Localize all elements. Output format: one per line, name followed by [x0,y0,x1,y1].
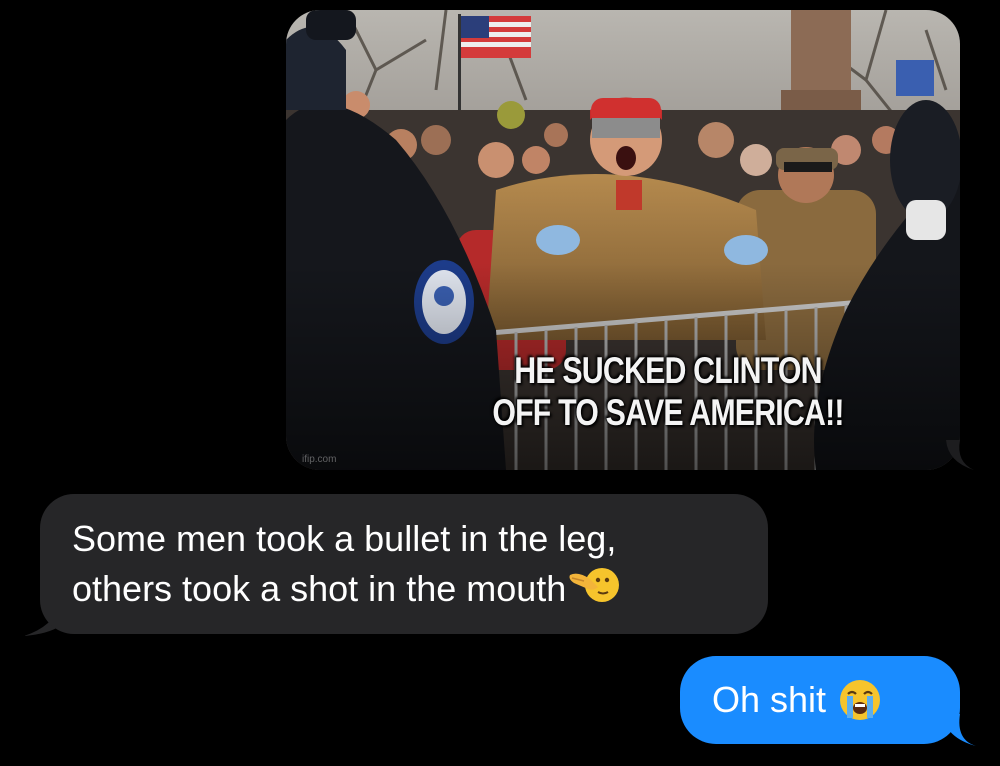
image-bubble-tail [946,440,974,470]
outgoing-message-bubble[interactable]: Oh shit [680,656,960,744]
image-message[interactable]: HE SUCKED CLINTON OFF TO SAVE AMERICA!! … [286,10,960,470]
image-watermark: ifip.com [302,454,337,465]
incoming-message-text: Some men took a bullet in the leg, other… [72,514,738,614]
meme-caption-line-2: OFF TO SAVE AMERICA!! [492,392,844,433]
incoming-message-line-1: Some men took a bullet in the leg, [72,518,617,559]
message-thread: HE SUCKED CLINTON OFF TO SAVE AMERICA!! … [0,0,1000,766]
outgoing-bubble-tail [942,714,976,746]
meme-caption-line-1: HE SUCKED CLINTON [514,350,822,391]
incoming-message-line-2: others took a shot in the mouth [72,564,738,614]
incoming-message-line-2-text: others took a shot in the mouth [72,568,567,609]
outgoing-message-text: Oh shit [712,679,827,720]
meme-caption: HE SUCKED CLINTON OFF TO SAVE AMERICA!! [445,350,891,434]
face-with-hand-over-mouth-icon [569,568,620,602]
loudly-crying-face-icon [840,680,881,720]
incoming-message-bubble[interactable]: Some men took a bullet in the leg, other… [40,494,768,634]
